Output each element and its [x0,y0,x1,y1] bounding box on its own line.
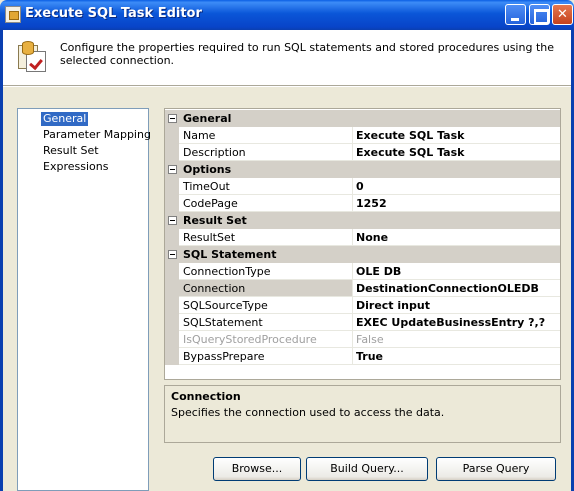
property-row-sqlsourcetype[interactable]: SQLSourceType Direct input [165,297,560,314]
property-value[interactable]: Direct input [353,297,560,314]
property-name: IsQueryStoredProcedure [179,331,353,348]
close-button[interactable]: ✕ [552,4,573,25]
parse-query-button[interactable]: Parse Query [436,457,556,481]
property-row-timeout[interactable]: TimeOut 0 [165,178,560,195]
property-row-isquerystoredprocedure[interactable]: IsQueryStoredProcedure False [165,331,560,348]
category-general[interactable]: General [165,110,560,127]
category-options[interactable]: Options [165,161,560,178]
property-value[interactable]: True [353,348,560,365]
header-separator [3,85,571,87]
category-sql-statement[interactable]: SQL Statement [165,246,560,263]
category-label: SQL Statement [183,248,277,261]
window-frame-left [0,30,3,491]
property-name: SQLStatement [179,314,353,331]
property-row-description[interactable]: Description Execute SQL Task [165,144,560,161]
minimize-button[interactable] [505,4,526,25]
dialog-header: Configure the properties required to run… [3,30,571,85]
property-name: SQLSourceType [179,297,353,314]
window-title: Execute SQL Task Editor [25,6,202,21]
property-value[interactable]: 1252 [353,195,560,212]
property-value[interactable]: Execute SQL Task [353,144,560,161]
task-editor-icon [5,6,21,23]
page-navigation: General Parameter Mapping Result Set Exp… [17,108,151,491]
help-title: Connection [171,390,241,403]
title-bar[interactable]: Execute SQL Task Editor ✕ [0,0,574,30]
collapse-icon[interactable] [168,216,177,225]
property-value[interactable]: OLE DB [353,263,560,280]
collapse-icon[interactable] [168,165,177,174]
sql-task-icon [18,41,49,73]
property-row-connection[interactable]: Connection DestinationConnectionOLEDB [165,280,560,297]
help-text: Specifies the connection used to access … [171,406,445,419]
property-help-panel: Connection Specifies the connection used… [164,385,561,443]
property-value[interactable]: 0 [353,178,560,195]
property-value[interactable]: EXEC UpdateBusinessEntry ?,? [353,314,560,331]
category-label: General [183,112,232,125]
property-name: Description [179,144,353,161]
property-row-resultset[interactable]: ResultSet None [165,229,560,246]
nav-item-general[interactable]: General [41,112,89,126]
property-row-bypassprepare[interactable]: BypassPrepare True [165,348,560,365]
category-label: Result Set [183,214,247,227]
property-value[interactable]: Execute SQL Task [353,127,560,144]
browse-button[interactable]: Browse... [213,457,301,481]
property-name: ResultSet [179,229,353,246]
property-grid: General Name Execute SQL Task Descriptio… [164,108,561,380]
nav-item-result-set[interactable]: Result Set [41,144,101,158]
nav-item-parameter-mapping[interactable]: Parameter Mapping [41,128,153,142]
collapse-icon[interactable] [168,114,177,123]
property-name: BypassPrepare [179,348,353,365]
property-row-sqlstatement[interactable]: SQLStatement EXEC UpdateBusinessEntry ?,… [165,314,560,331]
category-label: Options [183,163,232,176]
collapse-icon[interactable] [168,250,177,259]
header-description: Configure the properties required to run… [60,41,554,67]
maximize-button[interactable] [529,4,550,25]
property-row-name[interactable]: Name Execute SQL Task [165,127,560,144]
property-value[interactable]: None [353,229,560,246]
property-name: ConnectionType [179,263,353,280]
property-row-connectiontype[interactable]: ConnectionType OLE DB [165,263,560,280]
property-name: CodePage [179,195,353,212]
build-query-button[interactable]: Build Query... [306,457,428,481]
property-name: Name [179,127,353,144]
property-name: Connection [179,280,353,297]
category-result-set[interactable]: Result Set [165,212,560,229]
property-value: False [353,331,560,348]
property-name: TimeOut [179,178,353,195]
property-row-codepage[interactable]: CodePage 1252 [165,195,560,212]
nav-item-expressions[interactable]: Expressions [41,160,110,174]
property-value[interactable]: DestinationConnectionOLEDB [353,280,560,297]
